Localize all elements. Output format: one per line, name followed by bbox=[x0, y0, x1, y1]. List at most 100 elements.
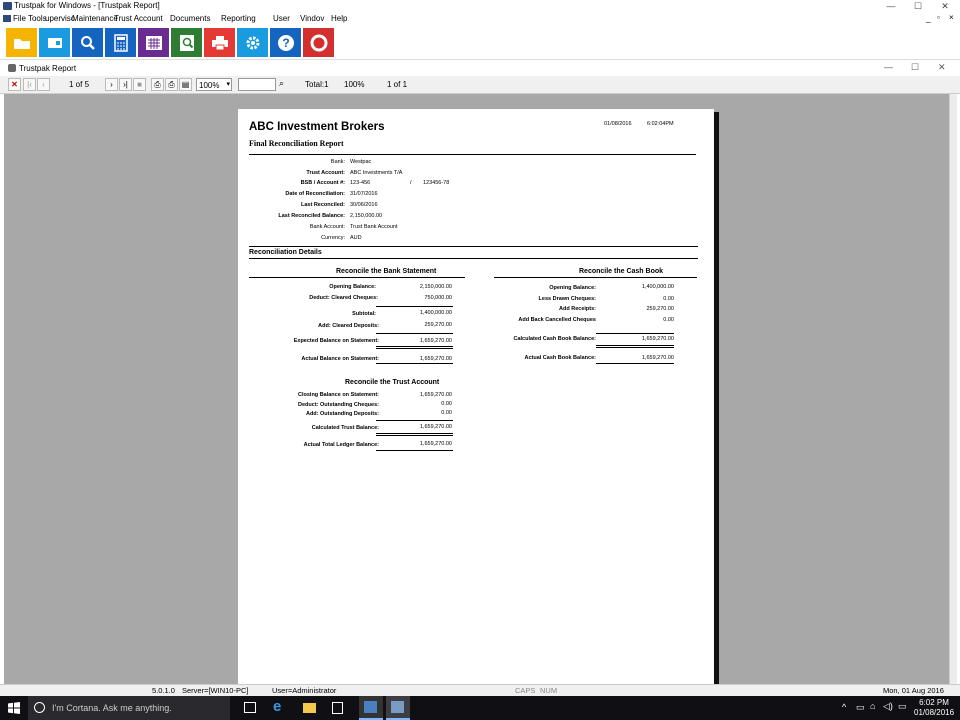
info-label: Bank Account: bbox=[309, 224, 345, 230]
close-report-button[interactable]: ✕ bbox=[8, 78, 21, 91]
vertical-scrollbar[interactable] bbox=[949, 94, 957, 684]
menu-supervisor[interactable]: upervisc bbox=[45, 14, 75, 23]
info-value: 30/06/2016 bbox=[350, 202, 378, 208]
file-explorer-icon[interactable] bbox=[303, 703, 316, 713]
bank-opening-label: Opening Balance: bbox=[329, 284, 376, 290]
cancelled-cheques-label: Add Back Cancelled Cheques bbox=[518, 317, 596, 323]
card-icon bbox=[47, 37, 62, 48]
print-setup-icon[interactable]: ⎙ bbox=[165, 78, 178, 91]
report-icon bbox=[8, 64, 16, 72]
find-input[interactable] bbox=[238, 78, 276, 91]
menu-bar: File Tools upervisc Maintenance Trust Ac… bbox=[0, 12, 960, 25]
store-icon[interactable] bbox=[332, 702, 343, 714]
doc-close-button[interactable]: ✕ bbox=[938, 62, 946, 73]
close-button[interactable]: ✕ bbox=[934, 0, 956, 12]
calendar-button[interactable] bbox=[138, 28, 169, 57]
first-page-button[interactable]: |‹ bbox=[23, 78, 36, 91]
mdi-minimize-button[interactable]: _ bbox=[926, 14, 930, 23]
card-button[interactable] bbox=[39, 28, 70, 57]
taskbar-app-trustpak[interactable] bbox=[359, 696, 383, 720]
settings-button[interactable] bbox=[237, 28, 268, 57]
cb-opening-value: 1,400,000.00 bbox=[641, 284, 674, 290]
print-icon[interactable]: ⎙ bbox=[151, 78, 164, 91]
cortana-search[interactable]: I'm Cortana. Ask me anything. bbox=[28, 696, 230, 720]
document-title-bar: Trustpak Report — ☐ ✕ bbox=[0, 61, 960, 76]
battery-icon[interactable]: ⌂ bbox=[870, 701, 875, 711]
next-page-button[interactable]: › bbox=[105, 78, 118, 91]
doc-maximize-button[interactable]: ☐ bbox=[911, 62, 919, 73]
tray-chevron-up-icon[interactable]: ^ bbox=[842, 702, 846, 712]
last-page-button[interactable]: ›| bbox=[119, 78, 132, 91]
menu-user[interactable]: User bbox=[273, 14, 290, 23]
taskbar: I'm Cortana. Ask me anything. e ^ ▭ ⌂ ◁)… bbox=[0, 696, 960, 720]
menu-documents[interactable]: Documents bbox=[170, 14, 210, 23]
zoom-value: 100% bbox=[199, 81, 220, 90]
cb-actual-label: Actual Cash Book Balance: bbox=[524, 355, 596, 361]
closing-balance-value: 1,659,270.00 bbox=[419, 392, 452, 398]
search-button[interactable] bbox=[72, 28, 103, 57]
support-button[interactable] bbox=[303, 28, 334, 57]
doc-minimize-button[interactable]: — bbox=[884, 62, 893, 72]
underline bbox=[596, 333, 674, 334]
maximize-button[interactable]: ☐ bbox=[907, 0, 929, 12]
network-icon[interactable]: ▭ bbox=[856, 702, 865, 713]
closing-balance-label: Closing Balance on Statement: bbox=[298, 392, 379, 398]
print-button[interactable] bbox=[204, 28, 235, 57]
printer-icon bbox=[211, 35, 228, 50]
info-value: AUD bbox=[350, 235, 362, 241]
notification-icon[interactable]: ▭ bbox=[898, 701, 907, 712]
open-folder-button[interactable] bbox=[6, 28, 37, 57]
zoom-select[interactable]: 100% ▾ bbox=[196, 78, 232, 91]
open-folder-icon bbox=[13, 38, 30, 49]
stop-button[interactable]: ■ bbox=[133, 78, 146, 91]
mdi-restore-button[interactable]: ▫ bbox=[937, 13, 940, 22]
taskbar-app-active[interactable] bbox=[386, 696, 410, 720]
menu-file-tools[interactable]: File Tools bbox=[13, 14, 47, 23]
report-search-button[interactable] bbox=[171, 28, 202, 57]
report-time: 6:02:04PM bbox=[647, 121, 674, 127]
info-value: 123-456 bbox=[350, 180, 371, 186]
menu-maintenance[interactable]: Maintenance bbox=[72, 14, 118, 23]
lifebuoy-icon bbox=[310, 34, 327, 51]
bsb-slash: / bbox=[410, 180, 412, 186]
minimize-button[interactable]: — bbox=[880, 0, 902, 12]
expected-balance-label: Expected Balance on Statement: bbox=[293, 338, 379, 344]
menu-reporting[interactable]: Reporting bbox=[221, 14, 256, 23]
report-title: Final Reconciliation Report bbox=[249, 139, 344, 148]
cb-calculated-value: 1,659,270.00 bbox=[641, 336, 674, 342]
calendar-icon bbox=[145, 35, 162, 50]
volume-icon[interactable]: ◁) bbox=[883, 701, 893, 712]
report-viewport[interactable]: ABC Investment Brokers 01/08/2016 6:02:0… bbox=[4, 94, 957, 684]
calculator-button[interactable] bbox=[105, 28, 136, 57]
details-heading: Reconciliation Details bbox=[249, 249, 322, 256]
search-icon bbox=[80, 35, 95, 50]
edge-icon[interactable]: e bbox=[273, 698, 281, 715]
export-icon[interactable]: ▤ bbox=[179, 78, 192, 91]
status-server: Server=[WIN10-PC] bbox=[182, 686, 249, 695]
menu-window[interactable]: Vindov bbox=[300, 14, 324, 23]
app-menu-icon[interactable] bbox=[3, 15, 11, 22]
binoculars-icon[interactable]: ⌕ bbox=[279, 78, 284, 89]
account-number: 123456-78 bbox=[423, 180, 450, 186]
bank-opening-value: 2,150,000.00 bbox=[419, 284, 452, 290]
info-label: BSB / Account #: bbox=[300, 180, 345, 186]
clock-date[interactable]: 01/08/2016 bbox=[914, 708, 954, 717]
outstanding-cheques-label: Deduct: Outstanding Cheques: bbox=[298, 402, 379, 408]
menu-help[interactable]: Help bbox=[331, 14, 347, 23]
clock-time[interactable]: 6:02 PM bbox=[914, 698, 954, 707]
menu-trust-account[interactable]: Trust Account bbox=[114, 14, 163, 23]
receipts-value: 259,270.00 bbox=[646, 306, 674, 312]
prev-page-button[interactable]: ‹ bbox=[37, 78, 50, 91]
trust-heading: Reconcile the Trust Account bbox=[345, 379, 440, 386]
mdi-close-button[interactable]: × bbox=[949, 13, 954, 22]
info-label: Bank: bbox=[330, 159, 345, 165]
cleared-cheques-label: Deduct: Cleared Cheques: bbox=[309, 295, 378, 301]
trust-calculated-value: 1,659,270.00 bbox=[419, 424, 452, 430]
task-view-icon[interactable] bbox=[244, 702, 256, 713]
info-value: 2,150,000.00 bbox=[350, 213, 383, 219]
info-label: Last Reconciled: bbox=[300, 202, 345, 208]
windows-start-icon[interactable] bbox=[8, 702, 20, 714]
help-button[interactable]: ? bbox=[270, 28, 301, 57]
divider bbox=[249, 277, 465, 278]
receipts-label: Add Receipts: bbox=[559, 306, 596, 312]
